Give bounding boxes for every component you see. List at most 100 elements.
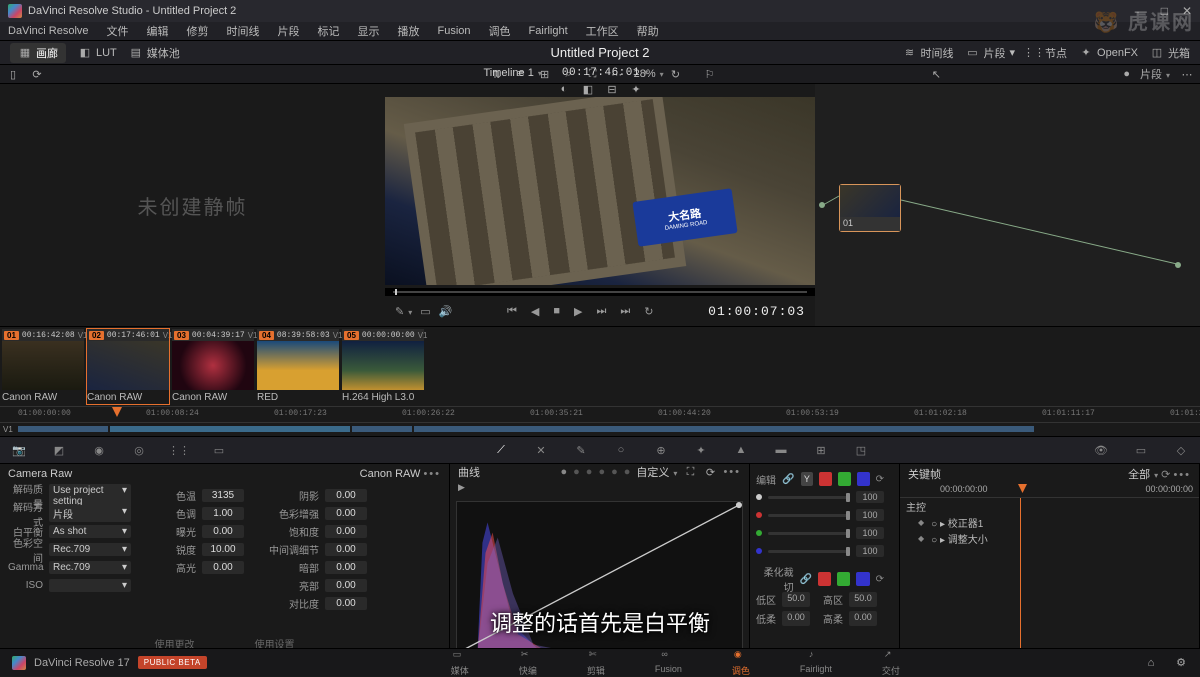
menu-编辑[interactable]: 编辑 (143, 23, 173, 39)
cr-Gamma[interactable]: Rec.709▾ (49, 561, 131, 574)
toggle-lut[interactable]: ◧LUT (78, 46, 117, 60)
viewer[interactable]: 大名路 DAMING ROAD (385, 97, 815, 285)
kf-menu[interactable]: ••• (1173, 469, 1191, 481)
home-icon[interactable]: ⌂ (1144, 656, 1158, 670)
menu-工作区[interactable]: 工作区 (582, 23, 623, 39)
timeline-selector[interactable]: Timeline 1 (484, 67, 542, 81)
split-icon[interactable]: ⊟ (605, 82, 619, 96)
3d-icon[interactable]: ◳ (852, 441, 870, 459)
warper-icon[interactable]: ✕ (532, 441, 550, 459)
viewer-scrubber[interactable] (385, 288, 815, 296)
pointer-icon[interactable]: ↖ (929, 67, 943, 81)
clip-05[interactable]: 0500:00:00:00V1H.264 High L3.0 (342, 329, 424, 404)
menu-片段[interactable]: 片段 (274, 23, 304, 39)
kf-playhead[interactable] (1018, 484, 1027, 493)
camera-raw-menu[interactable]: ••• (423, 468, 441, 480)
menu-DaVinci Resolve[interactable]: DaVinci Resolve (4, 25, 93, 37)
cr-饱和度[interactable]: 0.00 (325, 525, 367, 538)
cr-色彩增强[interactable]: 0.00 (325, 507, 367, 520)
page-tab-调色[interactable]: ◉调色 (732, 649, 750, 677)
play-icon[interactable]: ▶ (574, 305, 582, 318)
menu-Fairlight[interactable]: Fairlight (525, 25, 572, 37)
page-tab-快编[interactable]: ✂快编 (519, 649, 537, 677)
menu-修剪[interactable]: 修剪 (183, 23, 213, 39)
menu-显示[interactable]: 显示 (354, 23, 384, 39)
cr-阴影[interactable]: 0.00 (325, 489, 367, 502)
menu-文件[interactable]: 文件 (103, 23, 133, 39)
toggle-openfx[interactable]: ✦OpenFX (1079, 46, 1138, 60)
tracking-icon[interactable]: ⊕ (652, 441, 670, 459)
page-tab-Fairlight[interactable]: ♪Fairlight (800, 649, 832, 677)
go-last-icon[interactable]: ⏭ (620, 305, 630, 318)
link-channels-icon[interactable]: 🔗 (782, 474, 794, 485)
cr-ISO[interactable]: ▾ (49, 579, 131, 592)
channel-b-button[interactable] (857, 472, 870, 486)
edit-reset-icon[interactable]: ⟳ (876, 474, 884, 485)
slider-g[interactable] (768, 532, 850, 535)
curves-play-icon[interactable]: ▶ (458, 482, 465, 493)
cr-曝光[interactable]: 0.00 (202, 525, 244, 538)
slider-y[interactable] (768, 496, 850, 499)
toggle-timeline[interactable]: ≋时间线 (903, 45, 954, 61)
soft-高区[interactable]: 50.0 (849, 592, 877, 607)
clip-02[interactable]: 0200:17:46:01V1Canon RAW (87, 329, 169, 404)
bypass-icon[interactable]: ◐ (557, 82, 571, 96)
toggle-nodes[interactable]: ⋮⋮节点 (1027, 45, 1067, 61)
slider-r[interactable] (768, 514, 850, 517)
mute-icon[interactable]: 🔊 (439, 305, 453, 318)
zoom-view-icon[interactable]: ▭ (420, 305, 430, 318)
kf-master-row[interactable]: 主控 (900, 498, 1199, 514)
key-icon[interactable]: ▬ (772, 441, 790, 459)
clip-01[interactable]: 0100:16:42:08V1Canon RAW (2, 329, 84, 404)
page-tab-Fusion[interactable]: ∞Fusion (655, 649, 682, 677)
cr-解码质量[interactable]: Use project setting▾ (49, 484, 131, 508)
hdr-wheels-icon[interactable]: ◎ (130, 441, 148, 459)
cr-对比度[interactable]: 0.00 (325, 597, 367, 610)
toggle-lightbox[interactable]: ◫光箱 (1150, 45, 1190, 61)
soft-r-button[interactable] (818, 572, 831, 586)
menu-调色[interactable]: 调色 (485, 23, 515, 39)
menu-时间线[interactable]: 时间线 (223, 23, 264, 39)
scopes-icon[interactable]: 👁 (1092, 441, 1110, 459)
soft-高柔[interactable]: 0.00 (849, 611, 877, 626)
mini-timeline[interactable]: 01:00:00:0001:00:08:2401:00:17:2301:00:2… (0, 406, 1200, 436)
node-01[interactable]: 01 (839, 184, 901, 232)
soft-g-button[interactable] (837, 572, 850, 586)
channel-y-button[interactable]: Y (801, 472, 814, 486)
window-icon[interactable]: ○ (612, 441, 630, 459)
cr-解码方式[interactable]: 片段▾ (49, 505, 131, 522)
camera-raw-tab-icon[interactable]: 📷 (10, 441, 28, 459)
kf-row-校正器1[interactable]: ○ ▸ 校正器1 (900, 514, 1199, 530)
magic-icon[interactable]: ✦ (692, 441, 710, 459)
step-fwd-icon[interactable]: ⏭ (596, 305, 606, 318)
cr-中间调细节[interactable]: 0.00 (325, 543, 367, 556)
stop-icon[interactable]: ■ (553, 305, 560, 317)
color-match-icon[interactable]: ◩ (50, 441, 68, 459)
loop-icon[interactable]: ↻ (669, 67, 683, 81)
toggle-clips[interactable]: ▭片段 ▾ (966, 45, 1016, 61)
menu-播放[interactable]: 播放 (394, 23, 424, 39)
slider-b[interactable] (768, 550, 850, 553)
curves-reset-icon[interactable]: ⟳ (703, 465, 717, 479)
kf-row-调整大小[interactable]: ○ ▸ 调整大小 (900, 530, 1199, 546)
toggle-gallery[interactable]: ▦画廊 (10, 43, 66, 63)
link-softclip-icon[interactable]: 🔗 (800, 574, 812, 585)
info-icon[interactable]: ▭ (1132, 441, 1150, 459)
settings-icon[interactable]: ⚙ (1174, 656, 1188, 670)
highlight-icon[interactable]: ✦ (629, 82, 643, 96)
cr-亮部[interactable]: 0.00 (325, 579, 367, 592)
kf-mode-icon[interactable]: ◇ (1172, 441, 1190, 459)
soft-低区[interactable]: 50.0 (782, 592, 810, 607)
mini-playhead[interactable] (112, 407, 122, 417)
soft-reset-icon[interactable]: ⟳ (876, 574, 884, 585)
color-wheels-icon[interactable]: ◉ (90, 441, 108, 459)
page-tab-媒体[interactable]: ▭媒体 (451, 649, 469, 677)
qualifier-icon[interactable]: ✎ (572, 441, 590, 459)
toggle-mediapool[interactable]: ▤媒体池 (129, 45, 180, 61)
flag-icon[interactable]: ⚐ (703, 67, 717, 81)
soft-b-button[interactable] (856, 572, 869, 586)
kf-reset-icon[interactable]: ⟳ (1161, 469, 1170, 481)
gallery-view-icon[interactable]: ▯ (6, 67, 20, 81)
qualifier-picker[interactable]: ✎ (395, 305, 412, 318)
clips-filter-dropdown[interactable]: 片段 (1140, 66, 1170, 82)
